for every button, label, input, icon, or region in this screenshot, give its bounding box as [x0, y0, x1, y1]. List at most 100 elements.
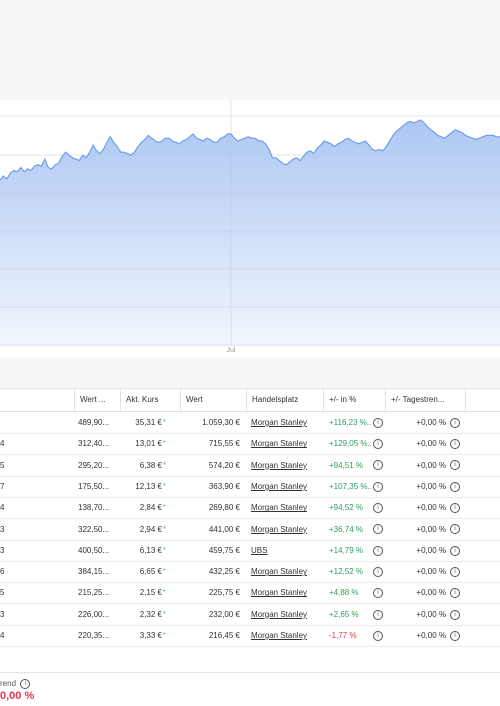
info-icon[interactable]: i — [371, 625, 383, 646]
info-icon[interactable]: i — [448, 455, 460, 476]
info-icon[interactable]: i — [371, 540, 383, 561]
cell-handelsplatz-link[interactable]: UBS — [251, 540, 319, 561]
row-index: 3 — [0, 524, 5, 534]
table-row[interactable]: 4 312,40... 13,01 € * 715,55 € Morgan Stanley… — [0, 433, 500, 456]
table-row[interactable]: 4 220,35... 3,33 € * 216,45 € Morgan Stanley -… — [0, 625, 500, 647]
cell-tagestrend: +0,00 % — [416, 439, 446, 449]
cell-akt-kurs: 2,15 € — [139, 588, 162, 598]
cell-akt-kurs: 3,33 € — [139, 631, 162, 640]
column-header-empty — [465, 389, 500, 411]
table-row[interactable]: 7 175,50... 12,13 € * 363,90 € Morgan Stanley… — [0, 476, 500, 498]
cell-handelsplatz-link[interactable]: Morgan Stanley — [251, 519, 319, 540]
cell-akt-kurs: 6,13 € — [139, 545, 162, 555]
cell-wert: 363,90 € — [208, 481, 240, 491]
cell-handelsplatz-link[interactable]: Morgan Stanley — [251, 497, 319, 518]
table-row[interactable]: 3 400,50... 6,13 € * 459,75 € UBS +14,79 % i +0,… — [0, 540, 500, 562]
cell-handelsplatz-link[interactable]: Morgan Stanley — [251, 604, 319, 625]
cell-change-percent: +107,35 %... — [329, 481, 371, 491]
trend-label: rend i — [0, 679, 31, 689]
cell-change-percent: +14,79 % — [329, 545, 364, 555]
row-index: 5 — [0, 588, 5, 598]
x-tick-label-jul: Jul — [226, 347, 236, 354]
cell-handelsplatz-link[interactable]: Morgan Stanley — [251, 476, 319, 497]
row-index: 6 — [0, 567, 5, 577]
cell-wert-short: 295,20... — [78, 460, 110, 470]
cell-wert-short: 322,50... — [78, 524, 110, 534]
info-icon[interactable]: i — [371, 497, 383, 518]
info-icon[interactable]: i — [371, 455, 383, 476]
info-icon[interactable]: i — [448, 561, 460, 582]
info-icon[interactable]: i — [448, 582, 460, 603]
cell-handelsplatz-link[interactable]: Morgan Stanley — [251, 582, 319, 603]
cell-akt-kurs: 6,38 € — [139, 460, 162, 470]
table-row[interactable]: 5 295,20... 6,38 € * 574,20 € Morgan Stanley +… — [0, 455, 500, 477]
info-icon[interactable]: i — [371, 582, 383, 603]
info-icon[interactable]: i — [371, 412, 383, 433]
column-header-handelsplatz[interactable]: Handelsplatz — [246, 389, 323, 411]
cell-handelsplatz-link[interactable]: Morgan Stanley — [251, 625, 319, 646]
cell-change-percent: +36,74 % — [329, 524, 364, 534]
cell-tagestrend: +0,00 % — [416, 418, 446, 427]
cell-akt-kurs: 2,94 € — [139, 524, 162, 534]
column-header-akt-kurs[interactable]: Akt. Kurs — [120, 389, 180, 411]
table-row[interactable]: 489,90... 35,31 € * 1.059,30 € Morgan Stanle… — [0, 412, 500, 434]
info-icon[interactable]: i — [448, 433, 460, 454]
row-index: 7 — [0, 481, 5, 491]
cell-tagestrend: +0,00 % — [416, 545, 446, 555]
cell-change-percent: +116,23 %... — [329, 418, 371, 427]
realtime-marker: * — [163, 440, 166, 448]
holdings-table: Wert ... Akt. Kurs Wert Handelsplatz +/-… — [0, 388, 500, 673]
cell-handelsplatz-link[interactable]: Morgan Stanley — [251, 433, 319, 454]
info-icon[interactable]: i — [448, 476, 460, 497]
cell-wert-short: 226,00... — [78, 609, 110, 619]
realtime-marker: * — [163, 482, 166, 490]
cell-tagestrend: +0,00 % — [416, 567, 446, 577]
cell-tagestrend: +0,00 % — [416, 503, 446, 513]
row-index: 4 — [0, 631, 5, 640]
info-icon[interactable]: i — [371, 433, 383, 454]
row-index: 4 — [0, 503, 5, 513]
table-row[interactable]: 3 322,50... 2,94 € * 441,00 € Morgan Stanley +… — [0, 519, 500, 541]
cell-wert: 216,45 € — [208, 631, 240, 640]
info-icon[interactable]: i — [448, 540, 460, 561]
info-icon[interactable]: i — [20, 679, 31, 689]
table-row[interactable]: 3 226,00... 2,32 € * 232,00 € Morgan Stanley +… — [0, 604, 500, 626]
info-icon[interactable]: i — [371, 604, 383, 625]
performance-chart: Jul — [0, 100, 500, 358]
cell-change-percent: +94,52 % — [329, 503, 364, 513]
info-icon[interactable]: i — [448, 604, 460, 625]
info-icon[interactable]: i — [448, 519, 460, 540]
cell-wert: 574,20 € — [208, 460, 240, 470]
info-icon[interactable]: i — [448, 625, 460, 646]
row-index: 4 — [0, 439, 5, 449]
cell-handelsplatz-link[interactable]: Morgan Stanley — [251, 561, 319, 582]
table-row[interactable]: 6 384,15... 6,65 € * 432,25 € Morgan Stanley +… — [0, 561, 500, 584]
cell-tagestrend: +0,00 % — [416, 609, 446, 619]
cell-akt-kurs: 13,01 € — [135, 439, 162, 449]
summary-bar: rend i 0,00 % — [0, 672, 500, 706]
table-row[interactable]: 4 138,70... 2,84 € * 269,80 € Morgan Stanley +… — [0, 497, 500, 520]
column-header-tagestrend[interactable]: +/- Tagestren... — [385, 389, 465, 411]
cell-akt-kurs: 35,31 € — [135, 418, 162, 427]
cell-tagestrend: +0,00 % — [416, 524, 446, 534]
cell-handelsplatz-link[interactable]: Morgan Stanley — [251, 455, 319, 476]
cell-wert-short: 312,40... — [78, 439, 110, 449]
table-row[interactable]: 5 215,25... 2,15 € * 225,75 € Morgan Stanley +… — [0, 582, 500, 605]
cell-change-percent: +12,52 % — [329, 567, 364, 577]
trend-value: 0,00 % — [0, 690, 35, 702]
info-icon[interactable]: i — [448, 412, 460, 433]
cell-handelsplatz-link[interactable]: Morgan Stanley — [251, 412, 319, 433]
table-header: Wert ... Akt. Kurs Wert Handelsplatz +/-… — [0, 389, 500, 412]
info-icon[interactable]: i — [371, 561, 383, 582]
info-icon[interactable]: i — [371, 519, 383, 540]
cell-wert-short: 384,15... — [78, 567, 110, 577]
info-icon[interactable]: i — [448, 497, 460, 518]
column-header-wert[interactable]: Wert — [180, 389, 246, 411]
cell-wert: 1.059,30 € — [202, 418, 240, 427]
column-header-change-percent[interactable]: +/- in % — [323, 389, 385, 411]
cell-wert-short: 400,50... — [78, 545, 110, 555]
info-icon[interactable]: i — [371, 476, 383, 497]
column-header-wert-short[interactable]: Wert ... — [74, 389, 120, 411]
cell-wert: 459,75 € — [208, 545, 240, 555]
realtime-marker: * — [163, 546, 166, 554]
